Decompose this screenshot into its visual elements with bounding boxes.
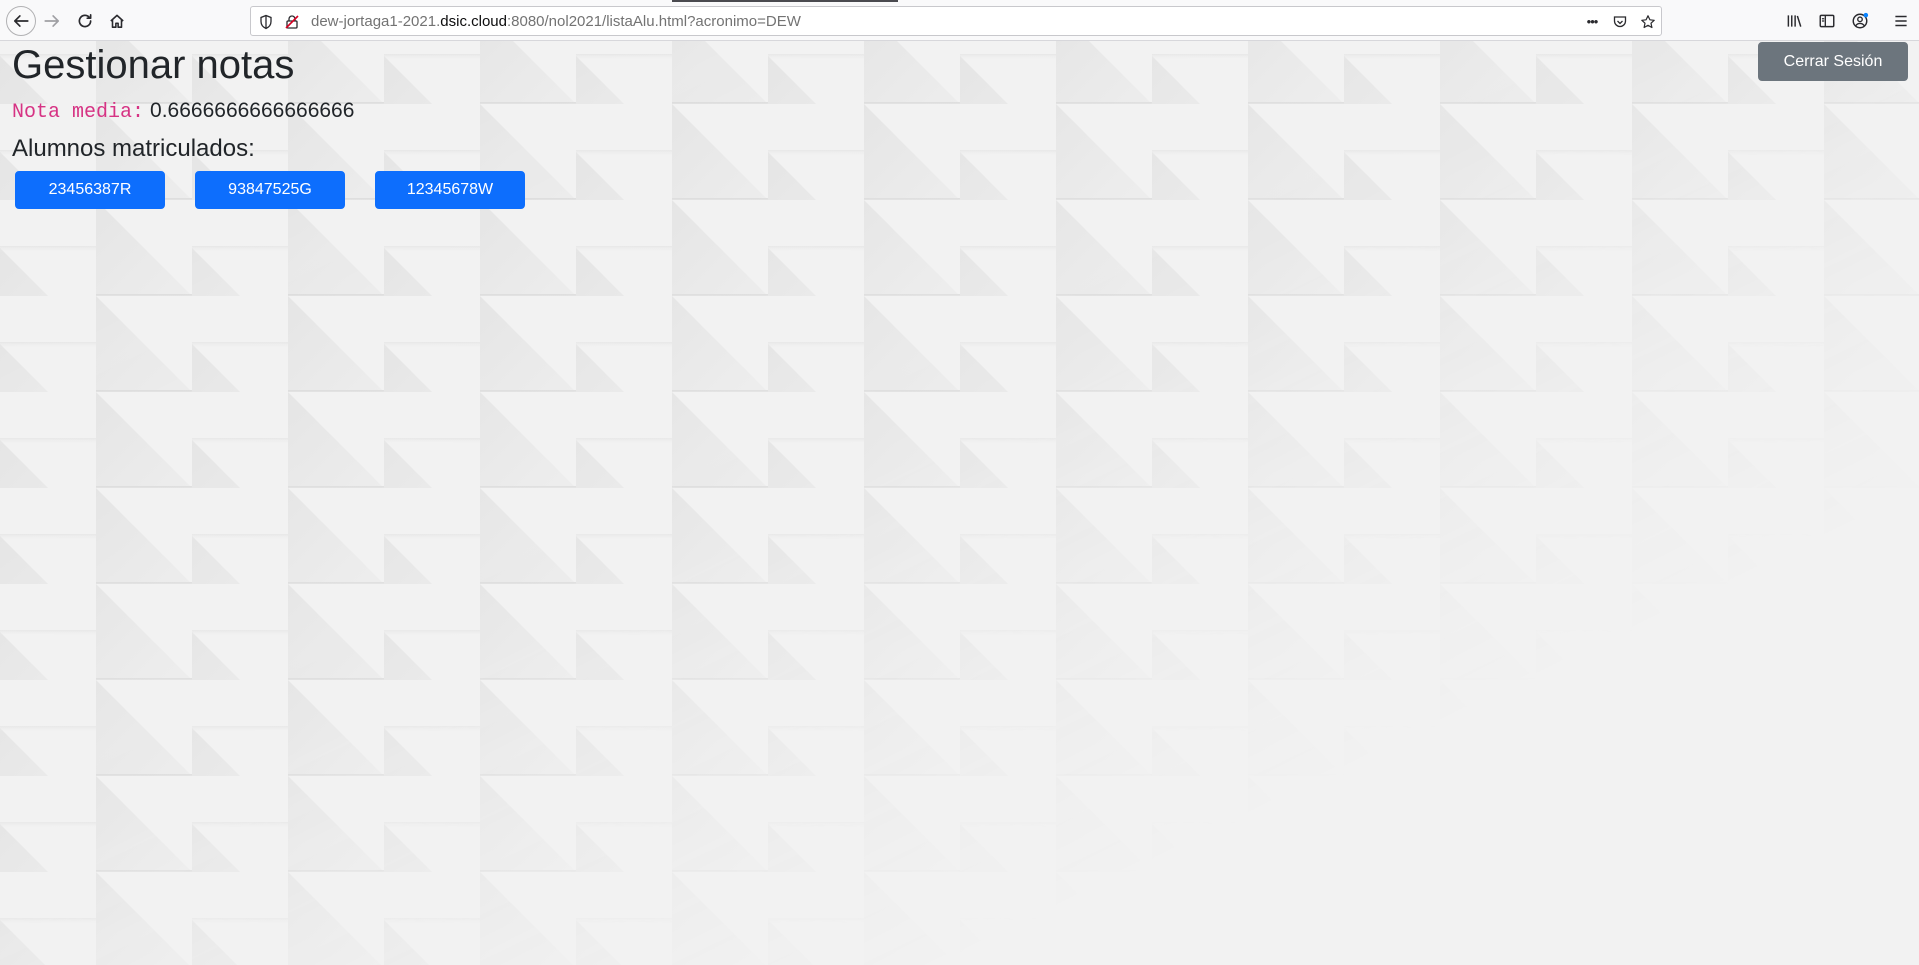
- page-viewport: Gestionar notas Nota media: 0.66666666666…: [0, 41, 1919, 965]
- insecure-lock-icon[interactable]: [283, 13, 301, 31]
- url-bar[interactable]: dew-jortaga1-2021.dsic.cloud:8080/nol202…: [250, 6, 1662, 36]
- bookmark-star-icon[interactable]: [1639, 13, 1657, 31]
- url-text: dew-jortaga1-2021.dsic.cloud:8080/nol202…: [311, 13, 801, 30]
- logout-button[interactable]: Cerrar Sesión: [1758, 42, 1908, 81]
- menu-button[interactable]: [1887, 7, 1915, 35]
- reload-icon: [78, 13, 92, 28]
- average-grade-value: 0.6666666666666666: [150, 99, 355, 122]
- url-prefix: dew-jortaga1-2021.: [311, 13, 441, 30]
- page-content: Gestionar notas Nota media: 0.66666666666…: [0, 41, 1919, 965]
- shield-icon[interactable]: [257, 13, 275, 31]
- account-icon: [1852, 12, 1869, 29]
- student-button[interactable]: 12345678W: [375, 171, 525, 209]
- active-tab-indicator: [672, 0, 898, 2]
- home-icon: [110, 14, 124, 28]
- arrow-right-icon: [44, 15, 60, 27]
- students-list: 23456387R 93847525G 12345678W: [15, 171, 525, 209]
- url-suffix: :8080/nol2021/listaAlu.html?acronimo=DEW: [506, 13, 801, 30]
- page-actions-icon[interactable]: •••: [1583, 12, 1601, 30]
- average-grade-label: Nota media:: [12, 101, 145, 124]
- sidebar-icon: [1819, 14, 1835, 28]
- pocket-icon[interactable]: [1611, 13, 1629, 31]
- home-button[interactable]: [103, 7, 131, 35]
- average-grade-row: Nota media: 0.6666666666666666: [12, 99, 354, 124]
- browser-toolbar: dew-jortaga1-2021.dsic.cloud:8080/nol202…: [0, 0, 1919, 41]
- student-button[interactable]: 93847525G: [195, 171, 345, 209]
- sidebar-button[interactable]: [1813, 7, 1841, 35]
- url-host: dsic.cloud: [440, 13, 507, 30]
- account-button[interactable]: [1846, 7, 1874, 35]
- back-button[interactable]: [6, 6, 36, 36]
- student-button[interactable]: 23456387R: [15, 171, 165, 209]
- enrolled-students-label: Alumnos matriculados:: [12, 135, 255, 162]
- library-icon: [1787, 15, 1802, 27]
- page-title: Gestionar notas: [12, 43, 295, 87]
- hamburger-menu-icon: [1895, 15, 1907, 27]
- library-button[interactable]: [1780, 7, 1808, 35]
- arrow-left-icon: [13, 15, 29, 27]
- forward-button[interactable]: [38, 7, 66, 35]
- reload-button[interactable]: [71, 7, 99, 35]
